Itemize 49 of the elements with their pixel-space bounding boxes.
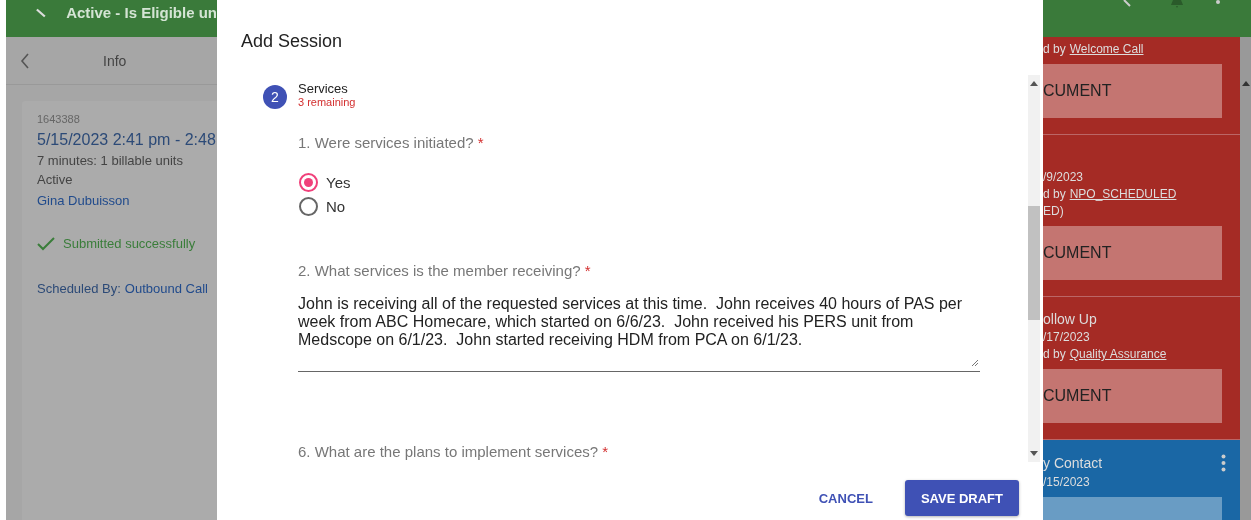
- answer-field[interactable]: John is receiving all of the requested services at this time. John receives 40 hours of PAS per week from ABC Homecare, which started on 6/6/23. John received his PERS unit from Medscope on 6/1/23. John started receiving HDM from PCA on 6/1/23.: [298, 295, 980, 372]
- option-label: No: [326, 197, 346, 215]
- task-text: d by: [1043, 42, 1066, 56]
- status-title: Active - Is Eligible un: [66, 4, 217, 21]
- more-icon[interactable]: [1216, 0, 1220, 4]
- scrollbar[interactable]: [1028, 75, 1040, 462]
- session-time: 5/15/2023 2:41 pm - 2:48: [37, 131, 217, 149]
- task-title: ollow Up: [1043, 311, 1097, 327]
- task-title: y Contact: [1043, 455, 1103, 471]
- staff-link[interactable]: Gina Dubuisson: [37, 193, 217, 208]
- scheduled-by-link[interactable]: Outbound Call: [124, 281, 208, 296]
- step-number: 2: [263, 85, 287, 109]
- scroll-up-icon[interactable]: [1030, 81, 1038, 86]
- document-button[interactable]: CUMENT: [1043, 64, 1222, 118]
- remaining-count: 3 remaining: [298, 96, 356, 108]
- question-label: 6. What are the plans to implement services? *: [298, 443, 609, 460]
- task-link[interactable]: Quality Assurance: [1069, 347, 1167, 361]
- session-status: Active: [37, 172, 74, 187]
- more-icon[interactable]: [1221, 454, 1226, 472]
- option-label: Yes: [326, 173, 351, 191]
- document-button[interactable]: CUMENT: [1043, 369, 1222, 423]
- task-link[interactable]: Welcome Call: [1069, 42, 1144, 56]
- scroll-up-icon[interactable]: [1241, 81, 1250, 86]
- task-text: /15/2023: [1043, 475, 1090, 489]
- task-text: /9/2023: [1043, 170, 1084, 184]
- task-text: ED): [1043, 204, 1064, 218]
- session-duration: 7 minutes: 1 billable units: [37, 153, 184, 168]
- check-icon: [37, 236, 55, 251]
- dialog-title: Add Session: [240, 30, 344, 53]
- page-scrollbar[interactable]: [1240, 0, 1251, 520]
- resize-grip-icon[interactable]: [971, 359, 979, 367]
- submission-status: Submitted successfully: [63, 236, 196, 251]
- step-title: Services: [298, 81, 349, 96]
- question-label: 1. Were services initiated? *: [298, 134, 484, 151]
- cancel-button[interactable]: CANCEL: [806, 480, 885, 516]
- back-chevron-icon[interactable]: [20, 52, 30, 69]
- radio-button[interactable]: [299, 196, 318, 216]
- radio-button[interactable]: [299, 172, 318, 192]
- task-text: /17/2023: [1043, 330, 1090, 344]
- panel-title: Info: [103, 52, 127, 69]
- task-text: d by: [1043, 347, 1066, 361]
- task-text: d by: [1043, 187, 1066, 201]
- task-link[interactable]: NPO_SCHEDULED: [1069, 187, 1177, 201]
- save-draft-button[interactable]: SAVE DRAFT: [904, 480, 1019, 516]
- session-id: 1643388: [37, 113, 81, 125]
- document-button[interactable]: CUMENT: [1043, 226, 1222, 280]
- scroll-down-icon[interactable]: [1030, 451, 1038, 456]
- question-label: 2. What services is the member receiving? *: [298, 262, 591, 279]
- scheduled-by-label: Scheduled By:: [37, 281, 121, 296]
